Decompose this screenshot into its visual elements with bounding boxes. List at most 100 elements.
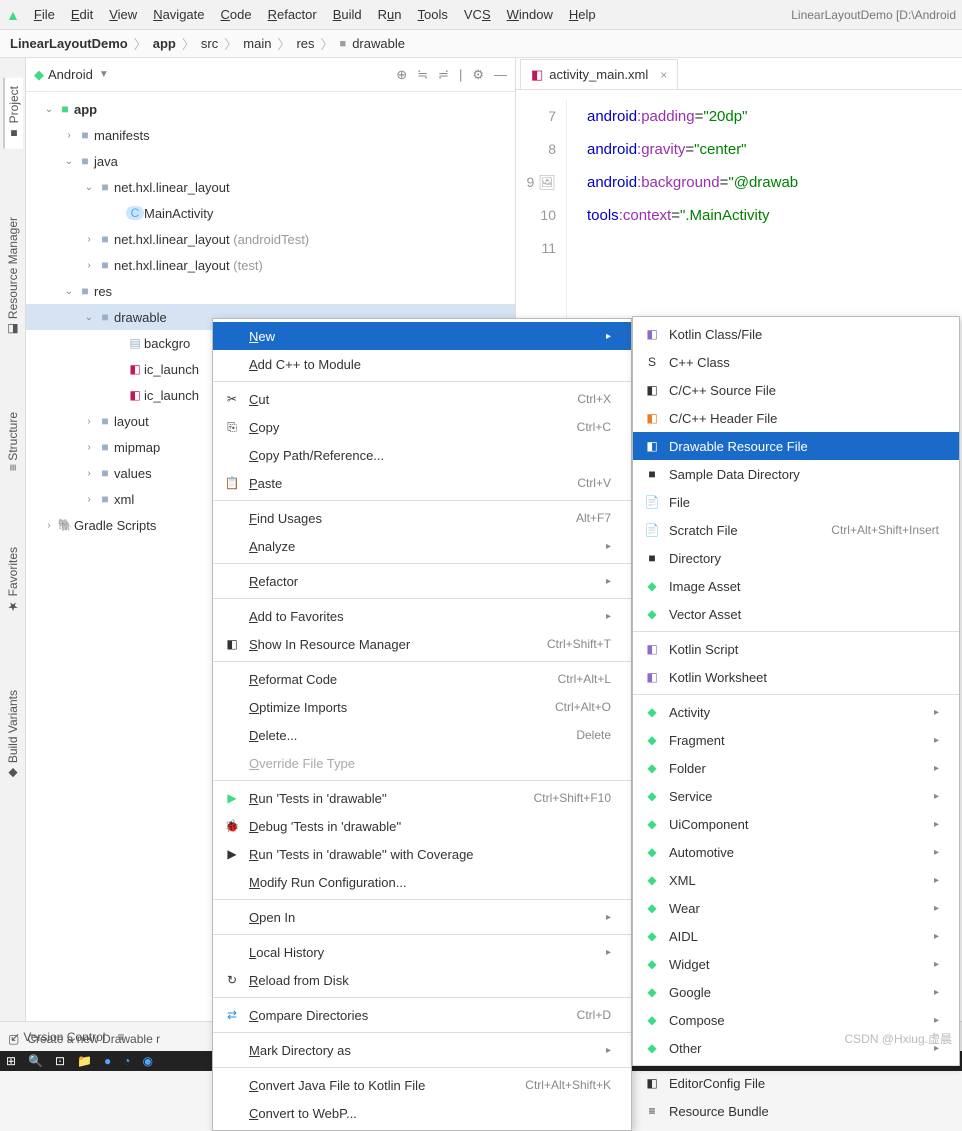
submenu-item-drawable-resource-file[interactable]: ◧Drawable Resource File xyxy=(633,432,959,460)
close-icon[interactable]: × xyxy=(660,68,667,82)
submenu-item-kotlin-script[interactable]: ◧Kotlin Script xyxy=(633,635,959,663)
submenu-item-scratch-file[interactable]: 📄Scratch FileCtrl+Alt+Shift+Insert xyxy=(633,516,959,544)
hide-icon[interactable]: — xyxy=(494,67,507,83)
menu-item-debug-tests-in-drawable-[interactable]: 🐞Debug 'Tests in 'drawable'' xyxy=(213,812,631,840)
menu-item-add-c-to-module[interactable]: Add C++ to Module xyxy=(213,350,631,378)
submenu-item-file[interactable]: 📄File xyxy=(633,488,959,516)
menu-refactor[interactable]: Refactor xyxy=(262,3,323,26)
menu-code[interactable]: Code xyxy=(215,3,258,26)
explorer-icon[interactable]: 📁 xyxy=(77,1054,92,1068)
submenu-item-sample-data-directory[interactable]: ■Sample Data Directory xyxy=(633,460,959,488)
tree-manifests[interactable]: ›■manifests xyxy=(26,122,515,148)
menu-item-paste[interactable]: 📋PasteCtrl+V xyxy=(213,469,631,497)
submenu-item-editorconfig-file[interactable]: ◧EditorConfig File xyxy=(633,1069,959,1097)
menu-item-reload-from-disk[interactable]: ↻Reload from Disk xyxy=(213,966,631,994)
submenu-item-c-c-source-file[interactable]: ◧C/C++ Source File xyxy=(633,376,959,404)
target-icon[interactable]: ⊕ xyxy=(396,67,407,83)
submenu-item-service[interactable]: ◆Service▸ xyxy=(633,782,959,810)
menu-item-optimize-imports[interactable]: Optimize ImportsCtrl+Alt+O xyxy=(213,693,631,721)
crumb-src[interactable]: src xyxy=(201,36,218,51)
menu-item-cut[interactable]: ✂CutCtrl+X xyxy=(213,385,631,413)
menu-item-mark-directory-as[interactable]: Mark Directory as▸ xyxy=(213,1036,631,1064)
tree-pkg1[interactable]: ⌄■net.hxl.linear_layout xyxy=(26,174,515,200)
crumb-root[interactable]: LinearLayoutDemo xyxy=(10,36,128,51)
menu-item-refactor[interactable]: Refactor▸ xyxy=(213,567,631,595)
menu-vcs[interactable]: VCS xyxy=(458,3,497,26)
submenu-item-automotive[interactable]: ◆Automotive▸ xyxy=(633,838,959,866)
menu-view[interactable]: View xyxy=(103,3,143,26)
menu-item-copy[interactable]: ⎘CopyCtrl+C xyxy=(213,413,631,441)
submenu-item-kotlin-worksheet[interactable]: ◧Kotlin Worksheet xyxy=(633,663,959,691)
submenu-item-folder[interactable]: ◆Folder▸ xyxy=(633,754,959,782)
tree-main-activity[interactable]: CMainActivity xyxy=(26,200,515,226)
menu-item-run-tests-in-drawable-with-coverage[interactable]: ▶Run 'Tests in 'drawable'' with Coverage xyxy=(213,840,631,868)
tab-structure[interactable]: ≡ Structure xyxy=(4,404,22,479)
app-icon[interactable]: ● xyxy=(104,1054,111,1068)
gear-icon[interactable]: ⚙ xyxy=(472,67,484,83)
tab-build-variants[interactable]: ◆ Build Variants xyxy=(4,682,22,789)
submenu-item-image-asset[interactable]: ◆Image Asset xyxy=(633,572,959,600)
tree-res[interactable]: ⌄■res xyxy=(26,278,515,304)
search-icon[interactable]: 🔍 xyxy=(28,1054,43,1068)
menu-navigate[interactable]: Navigate xyxy=(147,3,210,26)
menu-help[interactable]: Help xyxy=(563,3,602,26)
submenu-item-google[interactable]: ◆Google▸ xyxy=(633,978,959,1006)
menu-item-show-in-resource-manager[interactable]: ◧Show In Resource ManagerCtrl+Shift+T xyxy=(213,630,631,658)
expand-icon[interactable]: ≒ xyxy=(417,67,428,83)
submenu-item-fragment[interactable]: ◆Fragment▸ xyxy=(633,726,959,754)
taskview-icon[interactable]: ⊡ xyxy=(55,1054,65,1068)
submenu-item-activity[interactable]: ◆Activity▸ xyxy=(633,698,959,726)
windows-start-icon[interactable]: ⊞ xyxy=(6,1054,16,1068)
menu-item-modify-run-configuration-[interactable]: Modify Run Configuration... xyxy=(213,868,631,896)
submenu-item-widget[interactable]: ◆Widget▸ xyxy=(633,950,959,978)
menu-item-new[interactable]: New▸ xyxy=(213,322,631,350)
submenu-item-aidl[interactable]: ◆AIDL▸ xyxy=(633,922,959,950)
submenu-item-xml[interactable]: ◆XML▸ xyxy=(633,866,959,894)
menu-build[interactable]: Build xyxy=(327,3,368,26)
menu-edit[interactable]: Edit xyxy=(65,3,99,26)
menu-item-local-history[interactable]: Local History▸ xyxy=(213,938,631,966)
submenu-item-wear[interactable]: ◆Wear▸ xyxy=(633,894,959,922)
tree-app[interactable]: ⌄■app xyxy=(26,96,515,122)
submenu-item-uicomponent[interactable]: ◆UiComponent▸ xyxy=(633,810,959,838)
menu-window[interactable]: Window xyxy=(501,3,559,26)
menu-item-add-to-favorites[interactable]: Add to Favorites▸ xyxy=(213,602,631,630)
menu-file[interactable]: File xyxy=(28,3,61,26)
menu-tools[interactable]: Tools xyxy=(412,3,454,26)
menu-item-copy-path-reference-[interactable]: Copy Path/Reference... xyxy=(213,441,631,469)
crumb-app[interactable]: app xyxy=(153,36,176,51)
menu-item-run-tests-in-drawable-[interactable]: ▶Run 'Tests in 'drawable''Ctrl+Shift+F10 xyxy=(213,784,631,812)
submenu-item-c-class[interactable]: SC++ Class xyxy=(633,348,959,376)
app2-icon[interactable]: ◉ xyxy=(143,1054,153,1068)
panel-title[interactable]: Android xyxy=(48,67,93,82)
menu-item-find-usages[interactable]: Find UsagesAlt+F7 xyxy=(213,504,631,532)
submenu-item-c-c-header-file[interactable]: ◧C/C++ Header File xyxy=(633,404,959,432)
editor-tab-activity-main[interactable]: ◧ activity_main.xml × xyxy=(520,59,678,89)
dropdown-icon[interactable]: ▼ xyxy=(99,69,109,80)
menu-item-analyze[interactable]: Analyze▸ xyxy=(213,532,631,560)
edge-icon[interactable]: ◔ xyxy=(123,1054,130,1068)
crumb-main[interactable]: main xyxy=(243,36,271,51)
menu-item-convert-java-file-to-kotlin-file[interactable]: Convert Java File to Kotlin FileCtrl+Alt… xyxy=(213,1071,631,1099)
menu-item-convert-to-webp-[interactable]: Convert to WebP... xyxy=(213,1099,631,1127)
tree-pkg3[interactable]: ›■net.hxl.linear_layout (test) xyxy=(26,252,515,278)
crumb-drawable[interactable]: drawable xyxy=(352,36,405,51)
menu-item-delete-[interactable]: Delete...Delete xyxy=(213,721,631,749)
tree-java[interactable]: ⌄■java xyxy=(26,148,515,174)
crumb-res[interactable]: res xyxy=(296,36,314,51)
submenu-item-directory[interactable]: ■Directory xyxy=(633,544,959,572)
submenu-item-kotlin-class-file[interactable]: ◧Kotlin Class/File xyxy=(633,320,959,348)
submenu-item-vector-asset[interactable]: ◆Vector Asset xyxy=(633,600,959,628)
menu-item-override-file-type[interactable]: Override File Type xyxy=(213,749,631,777)
menu-item-reformat-code[interactable]: Reformat CodeCtrl+Alt+L xyxy=(213,665,631,693)
tab-favorites[interactable]: ★ Favorites xyxy=(4,539,22,622)
tree-pkg2[interactable]: ›■net.hxl.linear_layout (androidTest) xyxy=(26,226,515,252)
folder-icon: ■ xyxy=(340,38,347,50)
submenu-item-resource-bundle[interactable]: ≡Resource Bundle xyxy=(633,1097,959,1125)
menu-item-compare-directories[interactable]: ⇄Compare DirectoriesCtrl+D xyxy=(213,1001,631,1029)
tab-project[interactable]: ■ Project xyxy=(3,78,23,149)
collapse-icon[interactable]: ≓ xyxy=(438,67,449,83)
menu-run[interactable]: Run xyxy=(372,3,408,26)
tab-resource-manager[interactable]: ◧ Resource Manager xyxy=(4,209,22,344)
menu-item-open-in[interactable]: Open In▸ xyxy=(213,903,631,931)
